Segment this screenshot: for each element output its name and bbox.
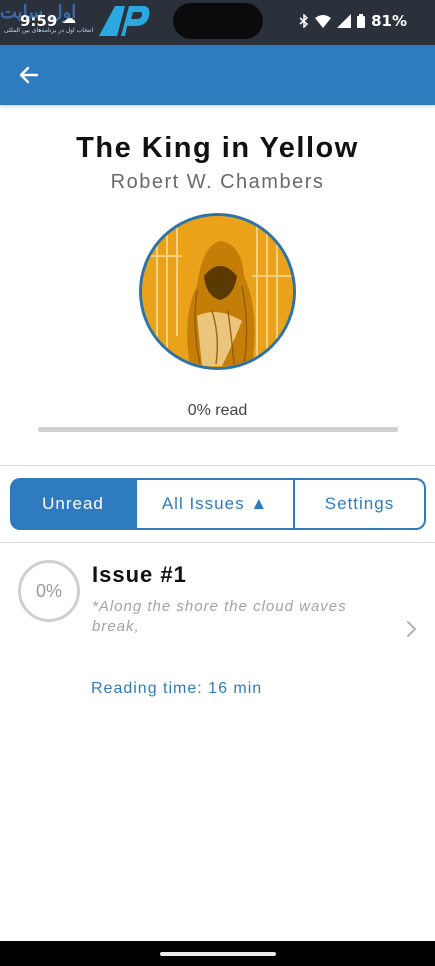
issue-list-item[interactable]: 0% Issue #1 *Along the shore the cloud w…: [0, 544, 435, 714]
status-icons: 81%: [299, 12, 407, 30]
book-author: Robert W. Chambers: [110, 171, 325, 193]
status-bar: اول سایت انتخاب اول در برنامه‌های بین ال…: [0, 0, 435, 45]
battery-percent: 81%: [371, 12, 407, 30]
read-progress-bar: [38, 427, 398, 432]
issue-progress-ring: 0%: [18, 560, 80, 622]
divider: [0, 542, 435, 543]
cloud-icon: ☁: [62, 11, 76, 27]
filter-tabs: Unread All Issues ▲ Settings: [10, 478, 426, 530]
tab-all-issues[interactable]: All Issues ▲: [135, 478, 295, 530]
book-cover-image: [139, 213, 296, 370]
tab-settings[interactable]: Settings: [295, 478, 426, 530]
tab-unread[interactable]: Unread: [10, 478, 136, 530]
chevron-right-icon: [407, 621, 417, 637]
issue-progress-percent: 0%: [35, 580, 62, 601]
read-progress-label: 0% read: [187, 402, 248, 419]
issue-title: Issue #1: [92, 562, 187, 587]
book-title: The King in Yellow: [76, 132, 359, 164]
signal-icon: [337, 14, 352, 28]
wifi-icon: [315, 14, 332, 28]
battery-icon: [357, 14, 366, 28]
status-time: 9:59: [20, 12, 58, 30]
divider: [0, 465, 435, 466]
home-indicator[interactable]: [160, 952, 276, 956]
reading-time: Reading time: 16 min: [91, 680, 263, 697]
issue-excerpt: *Along the shore the cloud waves break,: [92, 598, 347, 635]
watermark-logo: [99, 6, 150, 36]
camera-cutout: [173, 3, 263, 39]
app-bar: [0, 45, 435, 105]
back-arrow-icon[interactable]: [14, 60, 44, 90]
bluetooth-icon: [299, 14, 309, 28]
system-nav-bar: [0, 941, 435, 966]
